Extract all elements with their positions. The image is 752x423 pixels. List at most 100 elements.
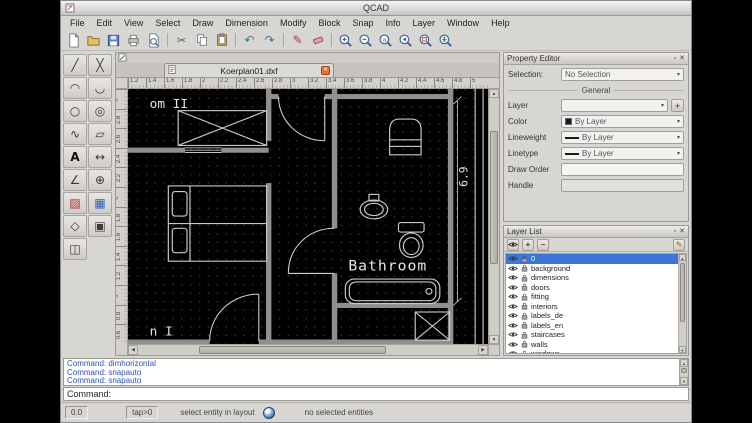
menu-item[interactable]: File [64,18,91,28]
layer-visibility-eye-icon[interactable] [508,293,518,300]
bathroom-label[interactable]: Bathroom [348,259,427,275]
layer-combo[interactable]: ▾ [561,99,668,112]
selection-combo[interactable]: No Selection ▾ [561,68,684,81]
redo-button[interactable]: ↷ [260,31,279,49]
dock-float-icon[interactable]: ▫ [674,54,676,64]
layer-visibility-eye-icon[interactable] [508,284,518,291]
tool-button[interactable]: ○ [63,100,87,122]
menu-item[interactable]: Edit [91,18,119,28]
tool-button[interactable]: ▦ [88,192,112,214]
menu-item[interactable]: Layer [407,18,442,28]
layer-lock-icon[interactable] [521,255,528,263]
tool-button[interactable]: ∿ [63,123,87,145]
dock-float-icon[interactable]: ▫ [674,227,676,237]
layer-lock-icon[interactable] [521,321,528,329]
scroll-down-arrow[interactable]: ▼ [679,346,686,353]
titlebar[interactable]: QCAD [61,1,691,16]
menu-item[interactable]: Dimension [219,18,274,28]
menu-item[interactable]: Draw [186,18,219,28]
layer-visibility-eye-icon[interactable] [508,322,518,329]
linetype-combo[interactable]: By Layer ▾ [561,147,684,160]
menu-item[interactable]: Block [312,18,346,28]
horizontal-scrollbar[interactable]: ◀ ▶ [128,344,488,355]
scroll-up-arrow[interactable]: ▲ [680,359,688,367]
vertical-scrollbar[interactable]: ▲ ▼ [488,89,499,344]
horizontal-scroll-thumb[interactable] [199,346,386,354]
tool-button[interactable]: ▱ [88,123,112,145]
remove-layer-button[interactable]: − [537,239,549,251]
cut-button[interactable]: ✂ [172,31,191,49]
layer-row[interactable]: staircases [506,330,678,340]
copy-button[interactable] [192,31,211,49]
zoom-auto-button[interactable]: a [376,31,395,49]
property-editor-titlebar[interactable]: Property Editor ▫ ✕ [504,53,688,65]
scroll-down-arrow[interactable]: ▼ [489,335,499,344]
horizontal-scroll-track[interactable] [138,345,478,355]
undo-button[interactable]: ↶ [240,31,259,49]
layer-row[interactable]: interiors [506,302,678,312]
tool-button[interactable]: ╱ [63,54,87,76]
layer-lock-icon[interactable] [521,340,528,348]
add-layer-button[interactable]: + [522,239,534,251]
layer-row[interactable]: labels_en [506,321,678,331]
room-label-bottom[interactable]: n I [150,324,173,339]
tool-button[interactable]: ◎ [88,100,112,122]
save-button[interactable] [104,31,123,49]
layer-visibility-eye-icon[interactable] [508,331,518,338]
layer-lock-icon[interactable] [521,264,528,272]
menu-item[interactable]: Help [485,18,516,28]
apply-layer-button[interactable]: + [671,99,684,112]
tool-button[interactable]: ▨ [63,192,87,214]
document-tab[interactable]: Koerplan01.dxf ✕ [164,63,334,77]
tool-button[interactable]: ◇ [63,215,87,237]
tab-close-icon[interactable]: ✕ [321,66,330,75]
tool-button[interactable]: ◫ [63,238,87,260]
open-file-button[interactable] [84,31,103,49]
dock-close-icon[interactable]: ✕ [679,54,685,64]
drawing-canvas[interactable]: om II Bathroom 6.9 n I [128,89,488,344]
layer-visibility-eye-icon[interactable] [508,265,518,272]
menu-item[interactable]: Window [441,18,485,28]
layer-scroll-thumb[interactable] [680,263,685,323]
paste-button[interactable] [212,31,231,49]
layer-lock-icon[interactable] [521,274,528,282]
scroll-left-arrow[interactable]: ◀ [128,345,138,355]
dimension-label[interactable]: 6.9 [456,166,470,186]
layer-lock-icon[interactable] [521,302,528,310]
layer-row[interactable]: background [506,264,678,274]
color-combo[interactable]: By Layer ▾ [561,115,684,128]
vertical-scroll-thumb[interactable] [490,131,498,264]
tool-button[interactable]: ↔ [88,146,112,168]
zoom-window-button[interactable] [416,31,435,49]
scroll-down-arrow[interactable]: ▼ [680,377,688,385]
menu-item[interactable]: Select [149,18,186,28]
layer-row[interactable]: dimensions [506,273,678,283]
layer-lock-icon[interactable] [521,350,528,354]
layer-visibility-eye-icon[interactable] [508,341,518,348]
layer-row[interactable]: labels_de [506,311,678,321]
layer-visibility-eye-icon[interactable] [508,274,518,281]
dock-close-icon[interactable]: ✕ [679,227,685,237]
room-label-top[interactable]: om II [150,96,188,111]
cad-toolbar-icon[interactable] [118,53,127,64]
history-scroll-thumb[interactable] [681,368,687,374]
draw-pen-button[interactable]: ✎ [288,31,307,49]
tool-button[interactable]: ⊕ [88,169,112,191]
layer-list-titlebar[interactable]: Layer List ▫ ✕ [504,226,688,238]
menu-item[interactable]: Snap [346,18,379,28]
handle-input[interactable] [561,179,684,192]
layer-visibility-eye-icon[interactable] [508,303,518,310]
menu-item[interactable]: View [118,18,149,28]
command-input[interactable] [114,388,685,400]
tool-button[interactable]: A [63,146,87,168]
tool-button[interactable]: ◠ [63,77,87,99]
layer-lock-icon[interactable] [521,312,528,320]
toggle-all-layers-button[interactable] [507,239,519,251]
vertical-scroll-track[interactable] [489,98,499,335]
print-preview-button[interactable] [144,31,163,49]
menu-item[interactable]: Info [380,18,407,28]
tool-button[interactable]: ╳ [88,54,112,76]
menu-item[interactable]: Modify [274,18,313,28]
layer-row[interactable]: 0 [506,254,678,264]
tool-button[interactable]: ◡ [88,77,112,99]
